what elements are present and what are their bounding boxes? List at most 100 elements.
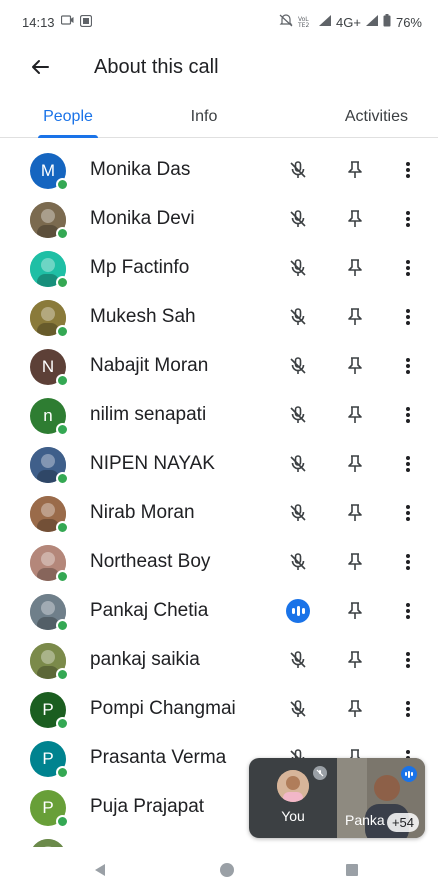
participant-row[interactable]: n nilim senapati — [0, 390, 438, 439]
participant-row[interactable]: pankaj saikia — [0, 635, 438, 684]
mic-off-icon — [286, 207, 310, 231]
more-vert-icon[interactable] — [396, 501, 420, 525]
speaking-indicator-icon — [401, 766, 417, 782]
speaker-tile[interactable]: Panka +54 — [337, 758, 425, 838]
pin-icon[interactable] — [343, 648, 367, 672]
participant-row[interactable]: M Monika Das — [0, 145, 438, 194]
participant-row[interactable]: Nirab Moran — [0, 488, 438, 537]
presence-dot — [56, 178, 69, 191]
mic-off-icon — [286, 697, 310, 721]
presence-dot — [56, 815, 69, 828]
mic-off-icon — [286, 158, 310, 182]
pin-icon[interactable] — [343, 599, 367, 623]
participant-name: NIPEN NAYAK — [90, 452, 215, 474]
participant-name: Rijumani kalita — [90, 845, 214, 848]
tab-people[interactable]: People — [0, 96, 136, 138]
pin-icon[interactable] — [343, 501, 367, 525]
page-title: About this call — [94, 55, 219, 78]
nav-back-icon[interactable] — [88, 858, 112, 882]
participant-row[interactable]: N Nabajit Moran — [0, 341, 438, 390]
battery-icon — [383, 14, 391, 30]
tab-info[interactable]: Info — [136, 96, 272, 137]
presence-dot — [56, 276, 69, 289]
participant-row[interactable]: Mp Factinfo — [0, 243, 438, 292]
more-vert-icon[interactable] — [396, 844, 420, 848]
mic-off-icon — [286, 844, 310, 847]
participant-row[interactable]: Northeast Boy — [0, 537, 438, 586]
pin-icon[interactable] — [343, 256, 367, 280]
presence-dot — [56, 766, 69, 779]
participant-name: Puja Prajapat — [90, 795, 205, 817]
more-vert-icon[interactable] — [396, 158, 420, 182]
arrow-back-icon[interactable] — [20, 44, 60, 90]
more-vert-icon[interactable] — [396, 599, 420, 623]
participant-row[interactable]: NIPEN NAYAK — [0, 439, 438, 488]
presence-dot — [56, 374, 69, 387]
tab-activities[interactable]: Activities — [272, 96, 438, 137]
pin-icon[interactable] — [343, 207, 367, 231]
more-vert-icon[interactable] — [396, 452, 420, 476]
more-vert-icon[interactable] — [396, 697, 420, 721]
avatar — [30, 496, 69, 534]
more-vert-icon[interactable] — [396, 256, 420, 280]
presence-dot — [56, 619, 69, 632]
participant-name: Nirab Moran — [90, 501, 195, 523]
participant-name: Monika Das — [90, 158, 191, 180]
mic-off-icon — [286, 305, 310, 329]
app-bar: About this call — [0, 44, 438, 90]
pin-icon[interactable] — [343, 158, 367, 182]
avatar: M — [30, 153, 69, 191]
more-vert-icon[interactable] — [396, 648, 420, 672]
tab-bar: People Info Activities — [0, 96, 438, 138]
self-label: You — [281, 808, 305, 824]
picture-in-picture[interactable]: You Panka +54 — [249, 758, 425, 838]
status-time: 14:13 — [22, 14, 55, 30]
participant-name: pankaj saikia — [90, 648, 200, 670]
participant-row[interactable]: P Pompi Changmai — [0, 684, 438, 733]
presence-dot — [56, 227, 69, 240]
mic-off-icon — [286, 256, 310, 280]
participant-name: Monika Devi — [90, 207, 195, 229]
nav-home-icon[interactable] — [215, 858, 239, 882]
pin-icon[interactable] — [343, 305, 367, 329]
more-vert-icon[interactable] — [396, 403, 420, 427]
pin-icon[interactable] — [343, 403, 367, 427]
mute-notification-icon — [279, 14, 293, 30]
speaking-indicator-icon — [286, 598, 310, 623]
avatar: P — [30, 790, 69, 828]
more-vert-icon[interactable] — [396, 354, 420, 378]
mic-off-icon — [286, 403, 310, 427]
more-vert-icon[interactable] — [396, 207, 420, 231]
mic-off-icon — [286, 452, 310, 476]
gallery-notification-icon — [79, 14, 92, 30]
mic-off-icon — [313, 766, 327, 780]
avatar — [30, 300, 69, 338]
mic-off-icon — [286, 550, 310, 574]
pin-icon[interactable] — [343, 697, 367, 721]
status-bar: 14:13 VoL TE2 4G+ 76% — [0, 0, 438, 44]
more-vert-icon[interactable] — [396, 305, 420, 329]
pin-icon[interactable] — [343, 550, 367, 574]
participant-row[interactable]: Monika Devi — [0, 194, 438, 243]
nav-recents-icon[interactable] — [340, 858, 364, 882]
avatar — [30, 447, 69, 485]
presence-dot — [56, 325, 69, 338]
participant-name: Nabajit Moran — [90, 354, 209, 376]
presence-dot — [56, 521, 69, 534]
pin-icon[interactable] — [343, 844, 367, 847]
system-nav-bar — [0, 850, 438, 890]
participant-row[interactable]: Pankaj Chetia — [0, 586, 438, 635]
avatar: P — [30, 741, 69, 779]
self-tile[interactable]: You — [249, 758, 337, 838]
more-vert-icon[interactable] — [396, 550, 420, 574]
avatar — [30, 839, 66, 847]
avatar — [30, 251, 69, 289]
pin-icon[interactable] — [343, 354, 367, 378]
participant-row[interactable]: Mukesh Sah — [0, 292, 438, 341]
participant-list: M Monika Das Monika Devi Mp Factinfo Mukesh … — [0, 145, 438, 847]
network-type: 4G+ — [336, 14, 361, 30]
signal-2-icon — [365, 15, 378, 29]
participant-count-badge: +54 — [386, 813, 419, 832]
pin-icon[interactable] — [343, 452, 367, 476]
avatar: n — [30, 398, 69, 436]
